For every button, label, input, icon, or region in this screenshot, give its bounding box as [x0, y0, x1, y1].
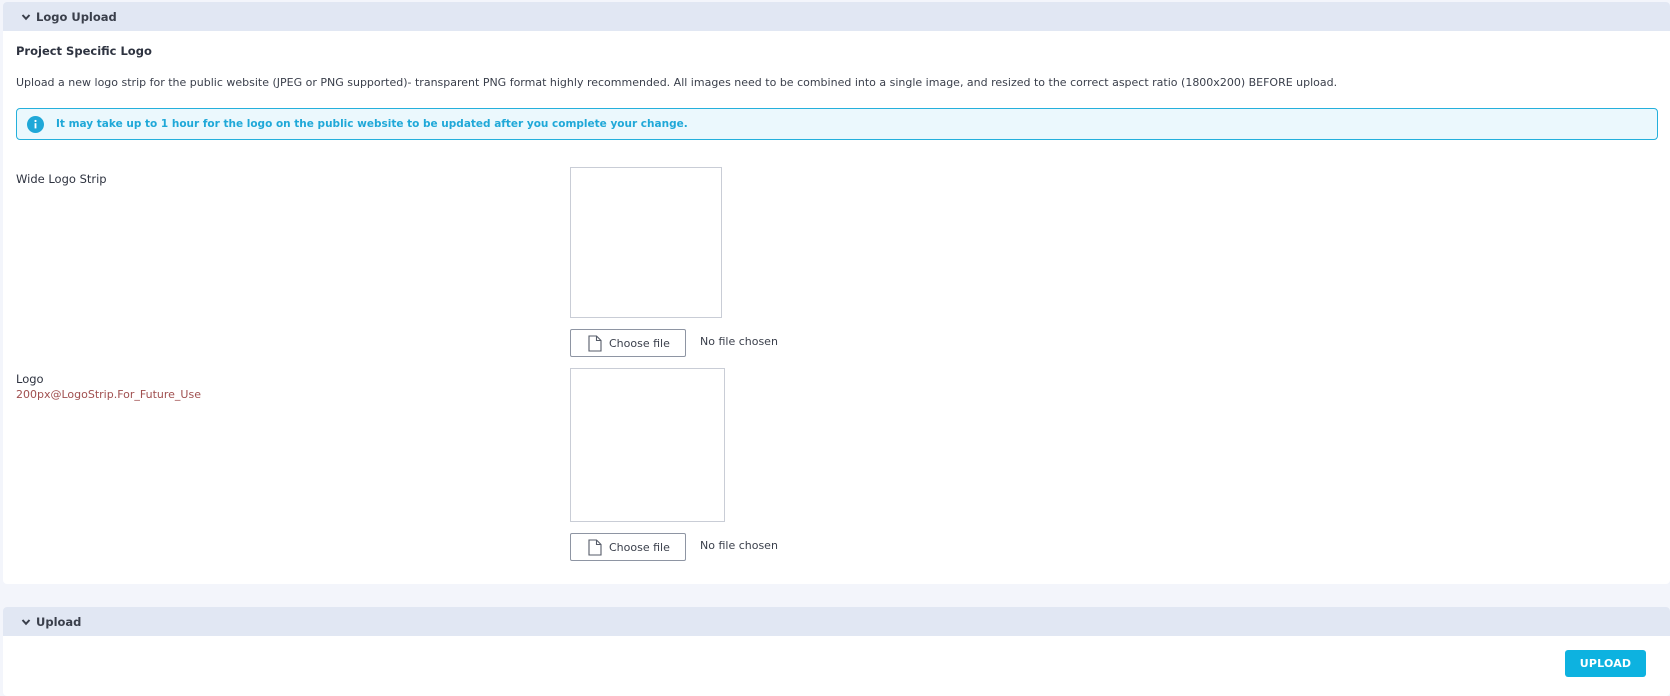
logo-upload-panel: Logo Upload Project Specific Logo Upload… [3, 2, 1670, 584]
chevron-down-icon [20, 616, 32, 628]
logo-file-status: No file chosen [700, 539, 778, 552]
upload-header[interactable]: Upload [3, 607, 1670, 636]
logo-preview [570, 368, 725, 522]
document-icon [588, 334, 602, 352]
choose-file-label: Choose file [609, 540, 670, 554]
logo-upload-header[interactable]: Logo Upload [3, 2, 1670, 31]
logo-sublabel: 200px@LogoStrip.For_Future_Use [16, 388, 201, 401]
info-alert: It may take up to 1 hour for the logo on… [16, 108, 1658, 140]
info-alert-text: It may take up to 1 hour for the logo on… [56, 118, 688, 130]
logo-choose-file-button[interactable]: Choose file [570, 533, 686, 561]
wide-logo-strip-preview [570, 167, 722, 318]
wide-logo-strip-label: Wide Logo Strip [16, 172, 107, 186]
upload-panel: Upload UPLOAD [3, 607, 1670, 696]
chevron-down-icon [20, 11, 32, 23]
logo-upload-header-label: Logo Upload [36, 9, 117, 24]
upload-header-label: Upload [36, 614, 82, 629]
logo-label: Logo [16, 372, 44, 386]
document-icon [588, 538, 602, 556]
section-title: Project Specific Logo [16, 44, 152, 58]
upload-description: Upload a new logo strip for the public w… [16, 76, 1338, 89]
wide-logo-strip-choose-file-button[interactable]: Choose file [570, 329, 686, 357]
upload-button[interactable]: UPLOAD [1565, 650, 1646, 677]
choose-file-label: Choose file [609, 336, 670, 350]
wide-logo-strip-file-status: No file chosen [700, 335, 778, 348]
info-icon [27, 115, 44, 133]
